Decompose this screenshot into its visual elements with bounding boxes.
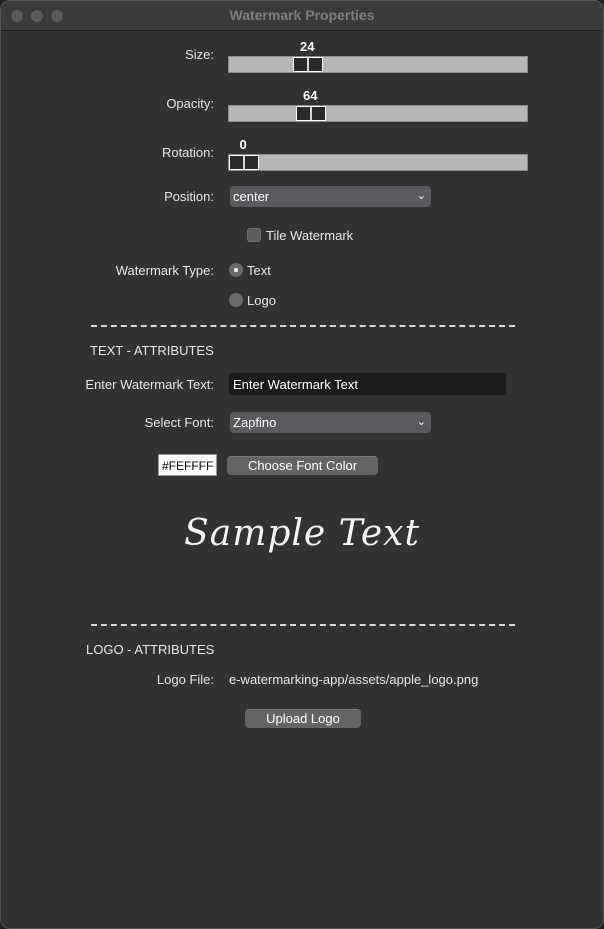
title-bar: Watermark Properties	[1, 1, 603, 31]
size-value: 24	[300, 39, 315, 54]
opacity-label: Opacity:	[166, 96, 214, 111]
section-divider	[91, 325, 515, 327]
font-color-value: #FEFFFF	[158, 454, 217, 476]
position-label: Position:	[164, 189, 214, 204]
logo-file-path: e-watermarking-app/assets/apple_logo.png	[229, 672, 479, 687]
window-title: Watermark Properties	[229, 7, 375, 23]
rotation-slider[interactable]	[228, 154, 528, 171]
opacity-slider[interactable]	[228, 105, 528, 122]
watermark-type-logo-label: Logo	[247, 293, 276, 308]
text-attributes-heading: TEXT - ATTRIBUTES	[90, 343, 214, 358]
select-font-label: Select Font:	[144, 415, 214, 430]
opacity-value: 64	[303, 88, 318, 103]
size-slider[interactable]	[228, 56, 528, 73]
logo-file-label: Logo File:	[156, 672, 214, 687]
watermark-properties-window: Watermark Properties Size: 24 Opacity: 6…	[0, 0, 604, 929]
sample-text-preview: Sample Text	[184, 513, 420, 554]
watermark-text-label: Enter Watermark Text:	[85, 377, 214, 392]
slider-handle-grip	[307, 58, 309, 71]
tile-watermark-checkbox[interactable]	[247, 228, 261, 242]
watermark-type-label: Watermark Type:	[115, 263, 214, 278]
chevron-down-icon: ⌄	[416, 190, 426, 202]
chevron-down-icon: ⌄	[416, 416, 426, 428]
position-select[interactable]: center ⌄	[230, 186, 431, 207]
upload-logo-button[interactable]: Upload Logo	[245, 709, 361, 728]
rotation-slider-handle[interactable]	[229, 155, 259, 170]
size-label: Size:	[185, 47, 214, 62]
slider-handle-grip	[243, 156, 245, 169]
watermark-type-logo-radio[interactable]	[229, 293, 243, 307]
font-select[interactable]: Zapfino ⌄	[230, 412, 431, 433]
watermark-text-input[interactable]	[229, 373, 506, 395]
section-divider	[91, 624, 515, 626]
logo-attributes-heading: LOGO - ATTRIBUTES	[86, 642, 215, 657]
watermark-type-text-label: Text	[247, 263, 271, 278]
choose-font-color-button[interactable]: Choose Font Color	[227, 456, 378, 475]
watermark-type-text-radio[interactable]	[229, 263, 243, 277]
position-selected-value: center	[233, 189, 270, 204]
size-slider-handle[interactable]	[293, 57, 323, 72]
opacity-slider-handle[interactable]	[296, 106, 326, 121]
slider-handle-grip	[310, 107, 312, 120]
tile-watermark-label: Tile Watermark	[266, 228, 354, 243]
rotation-value: 0	[239, 137, 247, 152]
font-selected-value: Zapfino	[233, 415, 277, 430]
rotation-label: Rotation:	[161, 145, 214, 160]
